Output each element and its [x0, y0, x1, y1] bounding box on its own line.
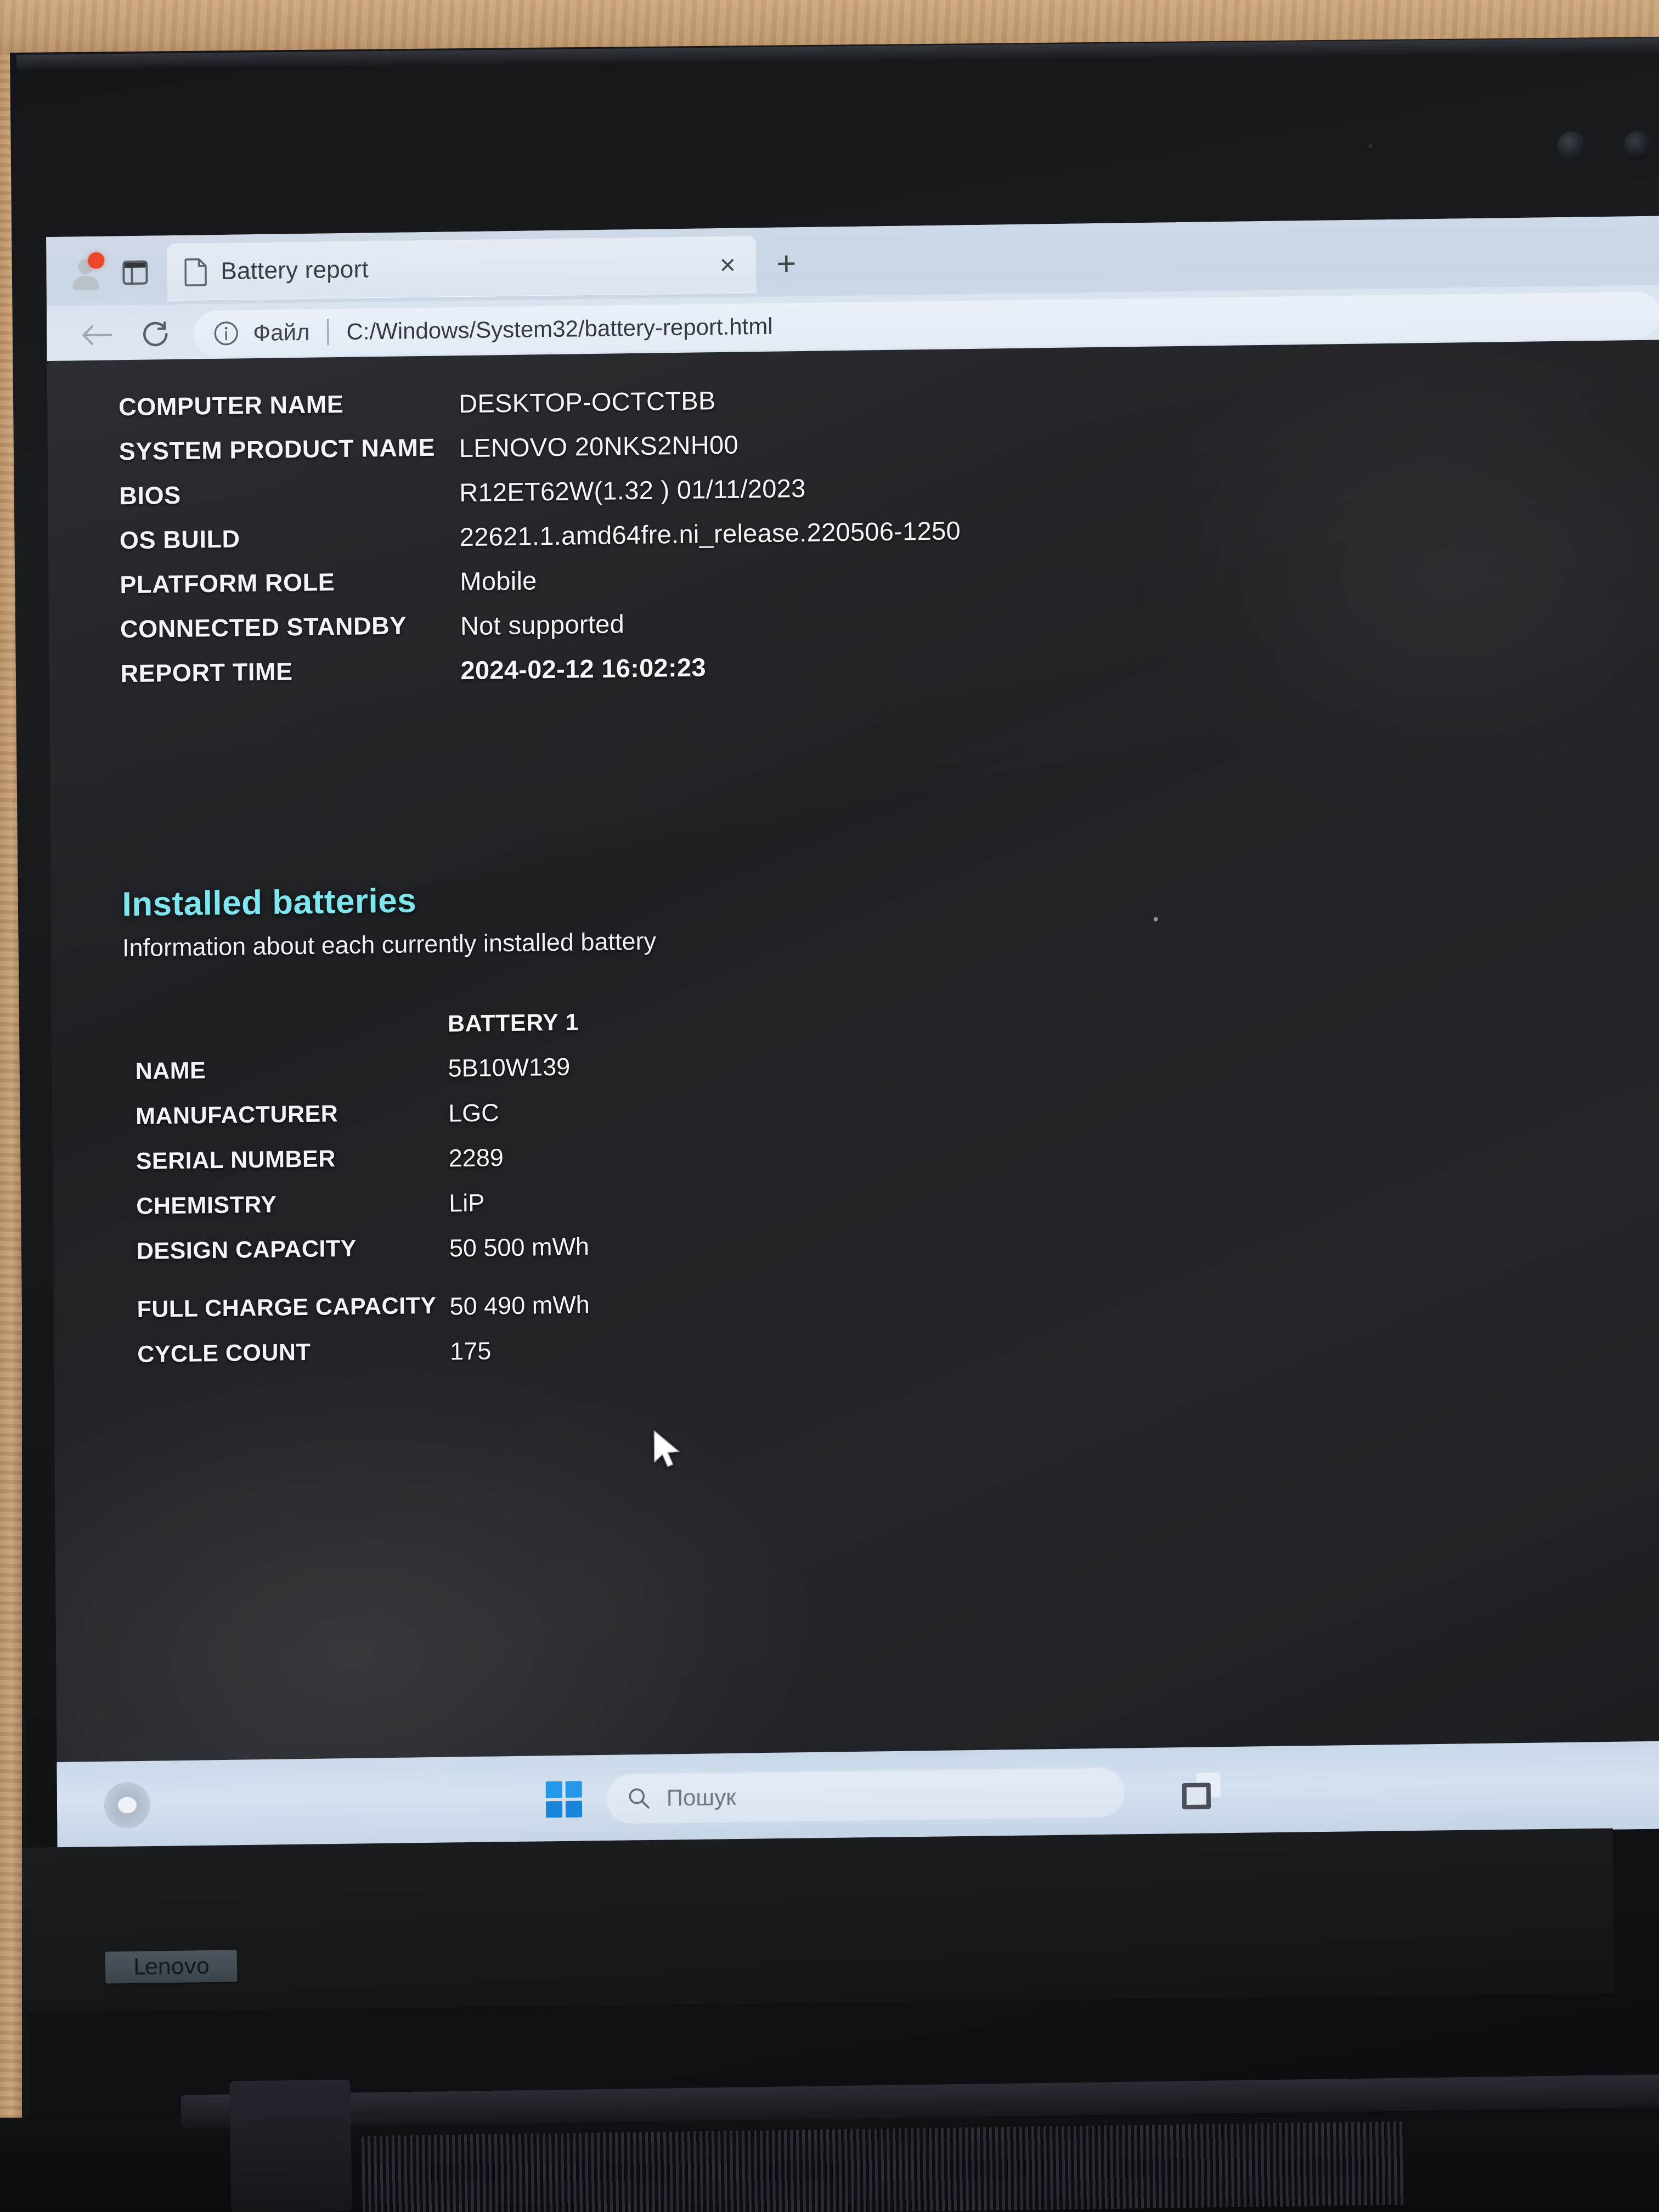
windows-logo-icon[interactable]	[545, 1781, 583, 1818]
table-row: CYCLE COUNT 175	[137, 1335, 590, 1386]
notification-dot-badge	[88, 252, 105, 269]
row-value: LiP	[449, 1188, 485, 1217]
row-label: CHEMISTRY	[136, 1191, 277, 1220]
new-tab-button[interactable]: +	[756, 245, 816, 283]
row-value: LGC	[448, 1098, 499, 1127]
url-text[interactable]: C:/Windows/System32/battery-report.html	[346, 313, 773, 345]
brand-label: Lenovo	[133, 1954, 210, 1980]
row-label: SYSTEM PRODUCT NAME	[119, 433, 436, 466]
row-value: 50 490 mWh	[449, 1290, 590, 1321]
ir-camera-lens	[1557, 132, 1587, 161]
file-explorer-icon[interactable]	[1182, 1773, 1221, 1810]
row-label: CONNECTED STANDBY	[120, 611, 407, 644]
table-row: NAME 5B10W139	[135, 1052, 588, 1103]
taskbar-search-box[interactable]: Пошук	[606, 1767, 1126, 1824]
page-subtitle: Information about each currently install…	[122, 927, 657, 962]
table-row: DESIGN CAPACITY 50 500 mWh	[137, 1232, 590, 1296]
info-circle-icon[interactable]	[213, 320, 239, 346]
row-value: LENOVO 20NKS2NH00	[459, 430, 739, 463]
laptop-hinge-block	[229, 2079, 352, 2212]
screen-dust-speck	[1153, 917, 1158, 922]
search-icon	[629, 1788, 650, 1809]
row-label: CYCLE COUNT	[137, 1339, 311, 1368]
table-row: SERIAL NUMBER 2289	[136, 1142, 589, 1193]
lenovo-brand-badge: Lenovo	[105, 1950, 238, 1984]
row-value: Not supported	[460, 609, 625, 641]
reload-icon	[143, 321, 168, 347]
row-value: DESKTOP-OCTCTBB	[458, 386, 716, 419]
omnibox-divider	[327, 319, 329, 346]
table-header-row: BATTERY 1	[135, 1009, 588, 1058]
taskbar-widgets-button[interactable]	[104, 1781, 151, 1829]
battery-report-page: COMPUTER NAME DESKTOP-OCTCTBB SYSTEM PRO…	[47, 340, 1659, 1802]
row-label: COMPUTER NAME	[118, 390, 344, 421]
back-button[interactable]	[66, 311, 126, 359]
row-label: BIOS	[119, 481, 181, 510]
table-row: FULL CHARGE CAPACITY 50 490 mWh	[137, 1290, 590, 1341]
row-label: REPORT TIME	[120, 657, 293, 688]
row-value: 175	[450, 1336, 492, 1365]
row-value: 2024-02-12 16:02:23	[460, 652, 706, 685]
ir-camera-lens-secondary	[1624, 131, 1651, 160]
search-input[interactable]: Пошук	[667, 1784, 736, 1812]
url-scheme-label: Файл	[253, 319, 310, 346]
laptop-bottom-bezel	[22, 1828, 1615, 2012]
row-value: Mobile	[460, 566, 537, 596]
back-arrow-icon	[82, 325, 112, 345]
column-header-battery-1: BATTERY 1	[447, 1009, 579, 1037]
tab-list-icon	[122, 260, 148, 285]
row-label: MANUFACTURER	[136, 1101, 338, 1130]
row-value: 50 500 mWh	[449, 1232, 590, 1262]
installed-batteries-table: BATTERY 1 NAME 5B10W139 MANUFACTURER LGC…	[135, 1009, 590, 1386]
row-label: FULL CHARGE CAPACITY	[137, 1292, 437, 1323]
document-icon	[184, 258, 207, 286]
row-value: R12ET62W(1.32 ) 01/11/2023	[459, 473, 806, 507]
empty-corner-cell	[135, 1011, 448, 1058]
row-label: PLATFORM ROLE	[120, 568, 335, 599]
row-value: 22621.1.amd64fre.ni_release.220506-1250	[459, 516, 961, 552]
row-label: NAME	[135, 1057, 206, 1085]
row-value: 2289	[448, 1143, 504, 1172]
mouse-cursor	[653, 1430, 680, 1468]
tab-title: Battery report	[221, 256, 369, 285]
table-row: CHEMISTRY LiP	[136, 1187, 589, 1238]
webcam-lens	[1366, 142, 1375, 150]
close-icon[interactable]: ×	[711, 250, 744, 280]
speaker-grille	[362, 2121, 1405, 2212]
photo-scene: Battery report × + Файл C:/Windows/Syste…	[0, 0, 1659, 2212]
row-label: OS BUILD	[119, 524, 240, 555]
system-info-table: COMPUTER NAME DESKTOP-OCTCTBB SYSTEM PRO…	[119, 382, 962, 704]
reload-button[interactable]	[126, 310, 185, 359]
profile-button[interactable]	[60, 247, 111, 298]
tab-battery-report[interactable]: Battery report ×	[167, 236, 757, 301]
tab-actions-button[interactable]	[111, 248, 160, 297]
row-value: 5B10W139	[448, 1052, 571, 1082]
table-row: MANUFACTURER LGC	[136, 1097, 589, 1148]
laptop-screen: Battery report × + Файл C:/Windows/Syste…	[46, 216, 1659, 1850]
row-label: SERIAL NUMBER	[136, 1146, 336, 1175]
row-label: DESIGN CAPACITY	[136, 1235, 357, 1265]
